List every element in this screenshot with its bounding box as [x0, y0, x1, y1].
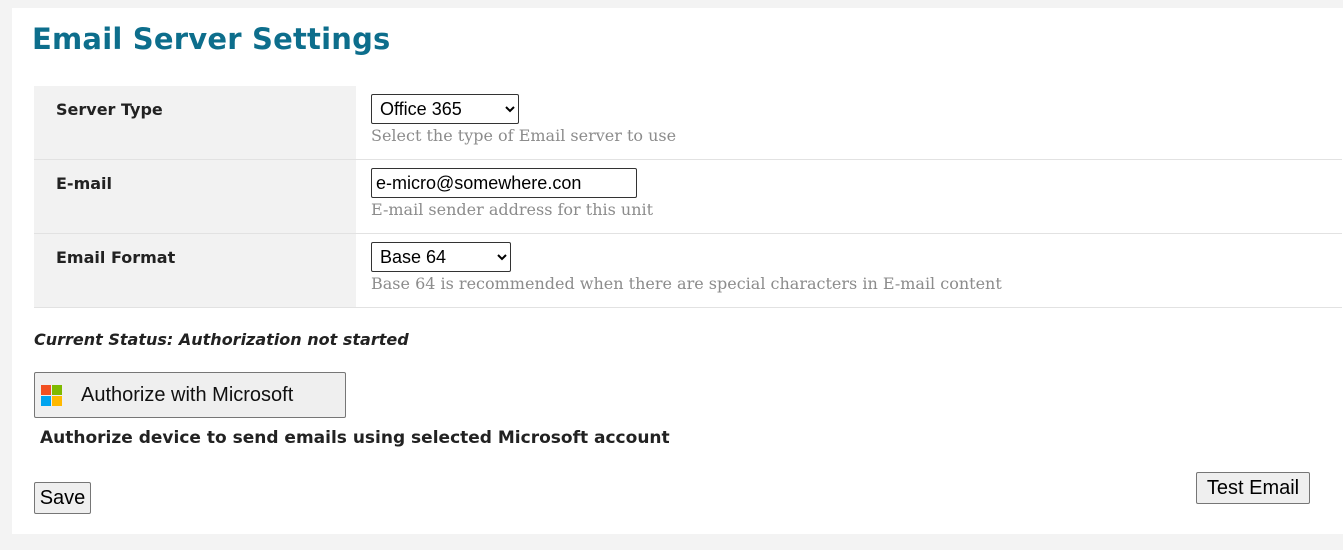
email-value-cell: E-mail sender address for this unit [356, 160, 1342, 233]
page-title: Email Server Settings [32, 22, 391, 56]
server-type-label: Server Type [34, 86, 356, 159]
email-label: E-mail [34, 160, 356, 233]
email-format-label: Email Format [34, 234, 356, 307]
save-button[interactable]: Save [34, 482, 91, 514]
server-type-hint: Select the type of Email server to use [371, 126, 677, 145]
server-type-select[interactable]: Office 365 [371, 94, 519, 124]
email-input[interactable] [371, 168, 637, 198]
logo-tile-red [41, 384, 51, 395]
email-format-row: Email Format Base 64 Base 64 is recommen… [34, 234, 1342, 308]
settings-table: Server Type Office 365 Select the type o… [34, 86, 1342, 308]
server-type-value-cell: Office 365 Select the type of Email serv… [356, 86, 1342, 159]
authorize-microsoft-button[interactable]: Authorize with Microsoft [34, 372, 346, 418]
email-format-value-cell: Base 64 Base 64 is recommended when ther… [356, 234, 1342, 307]
authorize-description: Authorize device to send emails using se… [40, 428, 670, 448]
settings-panel: Email Server Settings Server Type Office… [12, 8, 1343, 534]
email-format-hint: Base 64 is recommended when there are sp… [371, 274, 1002, 293]
email-format-select[interactable]: Base 64 [371, 242, 511, 272]
server-type-row: Server Type Office 365 Select the type o… [34, 86, 1342, 160]
test-email-button[interactable]: Test Email [1196, 472, 1310, 504]
logo-tile-blue [41, 395, 51, 406]
email-hint: E-mail sender address for this unit [371, 200, 654, 219]
logo-tile-green [52, 384, 62, 395]
authorize-button-label: Authorize with Microsoft [81, 383, 294, 406]
logo-tile-yellow [52, 395, 62, 406]
status-text: Current Status: Authorization not starte… [34, 330, 409, 349]
microsoft-logo-icon [41, 384, 62, 406]
email-row: E-mail E-mail sender address for this un… [34, 160, 1342, 234]
